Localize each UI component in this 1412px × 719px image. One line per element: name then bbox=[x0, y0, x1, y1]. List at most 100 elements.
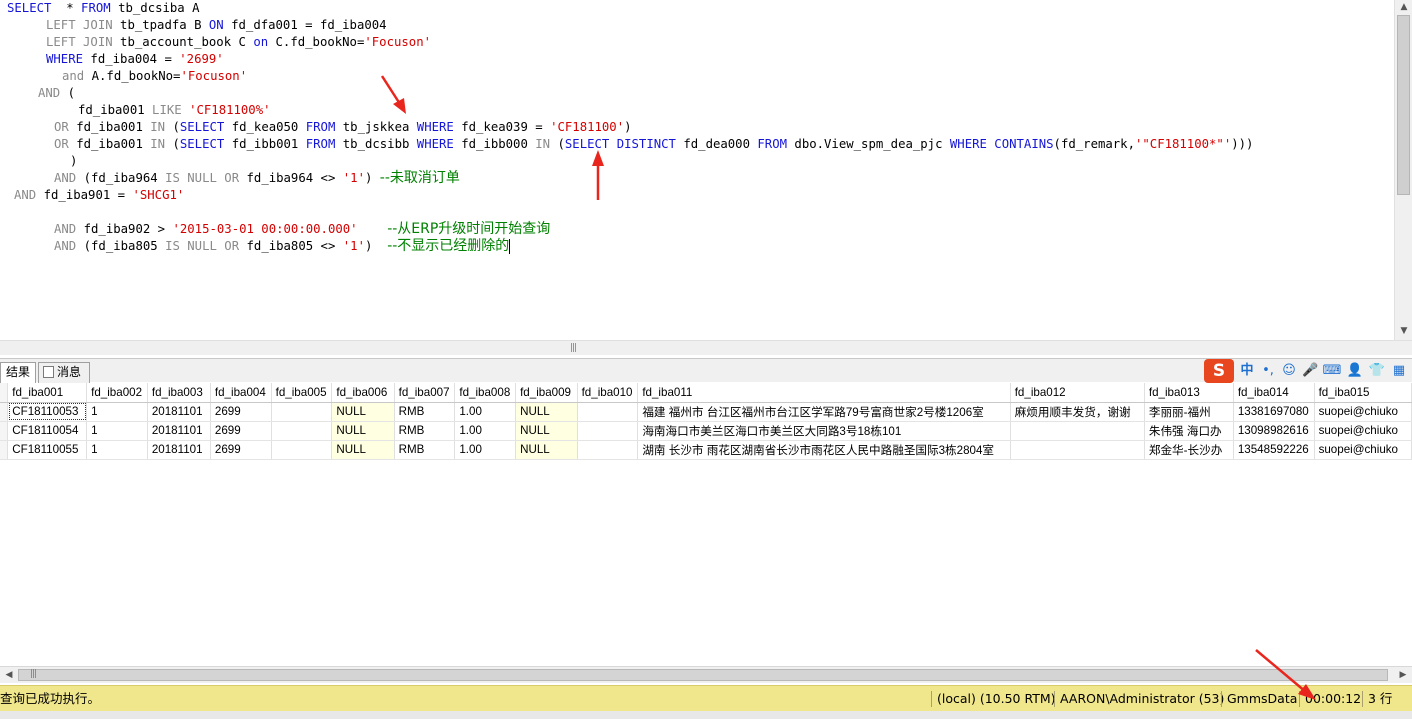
ime-language-toggle[interactable]: 中 bbox=[1238, 362, 1256, 380]
table-cell[interactable]: 13098982616 bbox=[1233, 421, 1315, 441]
table-cell[interactable] bbox=[577, 440, 639, 460]
table-cell[interactable]: suopei@chiuko bbox=[1314, 440, 1412, 460]
editor-horizontal-scrollbar[interactable]: ||| bbox=[0, 340, 1412, 355]
table-cell[interactable]: 20181101 bbox=[147, 440, 211, 460]
scroll-thumb[interactable] bbox=[18, 669, 1388, 681]
table-cell[interactable]: NULL bbox=[331, 440, 395, 460]
table-cell[interactable]: CF18110055 bbox=[7, 440, 88, 460]
table-row[interactable]: CF18110054 1 20181101 2699 NULL RMB 1.00… bbox=[0, 421, 1412, 441]
column-header[interactable]: fd_iba011 bbox=[637, 383, 1011, 403]
table-cell[interactable]: 福建 福州市 台江区福州市台江区学军路79号富商世家2号楼1206室 bbox=[637, 402, 1011, 422]
table-cell[interactable]: NULL bbox=[515, 421, 578, 441]
column-header[interactable]: fd_iba009 bbox=[515, 383, 578, 403]
results-grid[interactable]: fd_iba001 fd_iba002 fd_iba003 fd_iba004 … bbox=[0, 383, 1412, 666]
table-cell[interactable] bbox=[1010, 421, 1145, 441]
table-cell[interactable]: 20181101 bbox=[147, 402, 211, 422]
table-cell[interactable]: 20181101 bbox=[147, 421, 211, 441]
tab-messages-label: 消息 bbox=[57, 365, 82, 379]
ime-punctuation-toggle[interactable]: •, bbox=[1260, 362, 1276, 380]
scroll-grip-icon[interactable]: ||| bbox=[30, 667, 37, 682]
header-row: fd_iba001 fd_iba002 fd_iba003 fd_iba004 … bbox=[0, 383, 1412, 403]
table-cell[interactable]: CF18110053 bbox=[7, 402, 88, 422]
column-header[interactable]: fd_iba005 bbox=[271, 383, 333, 403]
table-cell[interactable]: 李丽丽-福州 bbox=[1144, 402, 1234, 422]
table-row[interactable]: CF18110055 1 20181101 2699 NULL RMB 1.00… bbox=[0, 440, 1412, 460]
editor-vertical-scrollbar[interactable]: ▲ ▼ bbox=[1394, 0, 1412, 340]
column-header[interactable]: fd_iba001 bbox=[7, 383, 88, 403]
row-header[interactable] bbox=[0, 440, 9, 460]
table-cell[interactable]: NULL bbox=[515, 440, 578, 460]
column-header[interactable]: fd_iba013 bbox=[1144, 383, 1234, 403]
table-cell[interactable]: 1.00 bbox=[454, 402, 517, 422]
table-cell[interactable]: 郑金华-长沙办 bbox=[1144, 440, 1234, 460]
table-cell[interactable]: RMB bbox=[394, 421, 456, 441]
table-cell[interactable]: 13381697080 bbox=[1233, 402, 1315, 422]
column-header[interactable]: fd_iba012 bbox=[1010, 383, 1145, 403]
table-cell[interactable] bbox=[577, 421, 639, 441]
column-header[interactable]: fd_iba002 bbox=[86, 383, 148, 403]
scroll-right-icon[interactable]: ▶ bbox=[1394, 668, 1412, 683]
scroll-left-icon[interactable]: ◀ bbox=[0, 668, 18, 683]
table-cell[interactable] bbox=[271, 440, 333, 460]
sql-code[interactable]: SELECT * FROM tb_dcsiba A LEFT JOIN tb_t… bbox=[0, 0, 1394, 340]
microphone-icon[interactable]: 🎤 bbox=[1302, 362, 1318, 380]
row-header[interactable] bbox=[0, 402, 9, 422]
row-header[interactable] bbox=[0, 421, 9, 441]
table-cell[interactable]: 13548592226 bbox=[1233, 440, 1315, 460]
keyboard-icon[interactable]: ⌨ bbox=[1322, 362, 1342, 380]
table-cell[interactable]: 海南海口市美兰区海口市美兰区大同路3号18栋101 bbox=[637, 421, 1011, 441]
table-cell[interactable] bbox=[271, 402, 333, 422]
table-cell[interactable]: NULL bbox=[331, 402, 395, 422]
table-cell[interactable]: 2699 bbox=[210, 402, 272, 422]
column-header[interactable]: fd_iba004 bbox=[210, 383, 272, 403]
column-header[interactable]: fd_iba008 bbox=[454, 383, 517, 403]
status-divider bbox=[1362, 691, 1363, 707]
table-cell[interactable]: 1.00 bbox=[454, 421, 517, 441]
corner-cell[interactable] bbox=[0, 383, 9, 403]
emoji-icon[interactable]: ☺ bbox=[1280, 362, 1298, 380]
table-cell[interactable]: 麻烦用顺丰发货，谢谢 bbox=[1010, 402, 1145, 422]
table-cell[interactable] bbox=[1010, 440, 1145, 460]
column-header[interactable]: fd_iba007 bbox=[394, 383, 456, 403]
column-header[interactable]: fd_iba003 bbox=[147, 383, 211, 403]
tab-results[interactable]: 结果 bbox=[0, 362, 36, 383]
table-cell[interactable]: 湖南 长沙市 雨花区湖南省长沙市雨花区人民中路融圣国际3栋2804室 bbox=[637, 440, 1011, 460]
table-cell[interactable]: suopei@chiuko bbox=[1314, 421, 1412, 441]
query-editor[interactable]: SELECT * FROM tb_dcsiba A LEFT JOIN tb_t… bbox=[0, 0, 1412, 355]
tab-messages[interactable]: 消息 bbox=[38, 362, 90, 383]
table-cell[interactable]: RMB bbox=[394, 440, 456, 460]
results-table: fd_iba001 fd_iba002 fd_iba003 fd_iba004 … bbox=[0, 383, 1412, 460]
grid-horizontal-scrollbar[interactable]: ◀ ||| ▶ bbox=[0, 666, 1412, 683]
scroll-up-icon[interactable]: ▲ bbox=[1395, 0, 1412, 15]
scroll-thumb[interactable] bbox=[1397, 15, 1410, 195]
user-icon[interactable]: 👤 bbox=[1346, 362, 1364, 380]
skin-shirt-icon[interactable]: 👕 bbox=[1368, 362, 1386, 380]
table-cell[interactable]: NULL bbox=[331, 421, 395, 441]
table-cell[interactable]: 2699 bbox=[210, 421, 272, 441]
column-header[interactable]: fd_iba006 bbox=[331, 383, 395, 403]
table-cell[interactable]: RMB bbox=[394, 402, 456, 422]
scroll-grip-icon[interactable]: ||| bbox=[570, 341, 577, 355]
table-cell[interactable] bbox=[271, 421, 333, 441]
table-cell[interactable]: NULL bbox=[515, 402, 578, 422]
status-database: GmmsData bbox=[1227, 691, 1298, 706]
table-cell[interactable]: 2699 bbox=[210, 440, 272, 460]
table-cell[interactable]: 朱伟强 海口办 bbox=[1144, 421, 1234, 441]
status-row-count: 3 行 bbox=[1368, 691, 1393, 706]
sogou-logo-icon[interactable]: S bbox=[1204, 359, 1234, 383]
column-header[interactable]: fd_iba015 bbox=[1314, 383, 1412, 403]
status-bar: 查询已成功执行。 (local) (10.50 RTM) AARON\Admin… bbox=[0, 685, 1412, 711]
table-cell[interactable]: 1 bbox=[86, 402, 148, 422]
code-line: and A.fd_bookNo='Focuson' bbox=[62, 69, 248, 83]
table-cell[interactable]: 1 bbox=[86, 421, 148, 441]
table-cell[interactable]: 1 bbox=[86, 440, 148, 460]
toolbox-grid-icon[interactable]: ▦ bbox=[1390, 362, 1408, 380]
column-header[interactable]: fd_iba014 bbox=[1233, 383, 1315, 403]
scroll-down-icon[interactable]: ▼ bbox=[1395, 324, 1412, 339]
table-cell[interactable]: suopei@chiuko bbox=[1314, 402, 1412, 422]
table-cell[interactable] bbox=[577, 402, 639, 422]
table-cell[interactable]: CF18110054 bbox=[7, 421, 88, 441]
table-row[interactable]: CF18110053 1 20181101 2699 NULL RMB 1.00… bbox=[0, 402, 1412, 422]
column-header[interactable]: fd_iba010 bbox=[577, 383, 639, 403]
table-cell[interactable]: 1.00 bbox=[454, 440, 517, 460]
